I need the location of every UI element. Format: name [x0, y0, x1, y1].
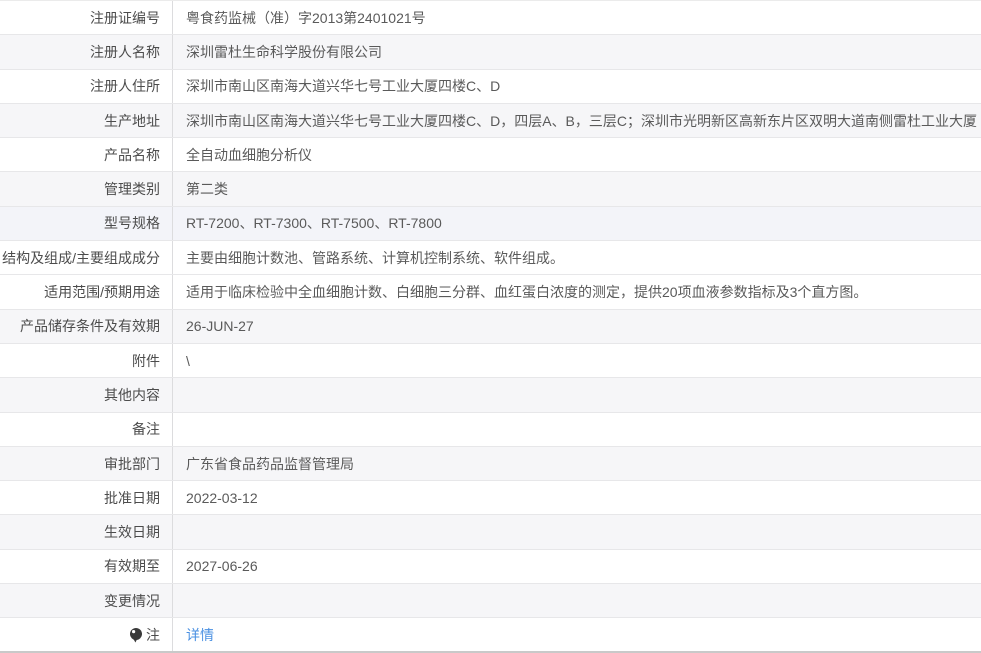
table-row: 管理类别 第二类 [0, 172, 981, 206]
row-value-text: 深圳雷杜生命科学股份有限公司 [186, 42, 382, 62]
row-value-text: 26-JUN-27 [186, 318, 254, 334]
row-label-text: 备注 [132, 419, 160, 439]
table-row: 审批部门 广东省食品药品监督管理局 [0, 447, 981, 481]
row-label: 注册证编号 [0, 1, 173, 34]
row-label-text: 附件 [132, 351, 160, 371]
table-row: 注 详情 [0, 618, 981, 652]
row-value: 主要由细胞计数池、管路系统、计算机控制系统、软件组成。 [173, 241, 981, 274]
row-label: 适用范围/预期用途 [0, 275, 173, 308]
row-label-text: 注册人名称 [90, 42, 160, 62]
row-value: 深圳雷杜生命科学股份有限公司 [173, 35, 981, 68]
row-label: 生产地址 [0, 104, 173, 137]
row-label-text: 注册证编号 [90, 8, 160, 28]
table-row: 有效期至 2027-06-26 [0, 550, 981, 584]
table-row: 变更情况 [0, 584, 981, 618]
table-row: 生效日期 [0, 515, 981, 549]
row-label: 注册人名称 [0, 35, 173, 68]
row-label-text: 生产地址 [104, 111, 160, 131]
row-value: 详情 [173, 618, 981, 651]
row-value [173, 413, 981, 446]
row-value-text: 主要由细胞计数池、管路系统、计算机控制系统、软件组成。 [186, 248, 564, 268]
row-value: 26-JUN-27 [173, 310, 981, 343]
row-value-text: 适用于临床检验中全血细胞计数、白细胞三分群、血红蛋白浓度的测定，提供20项血液参… [186, 282, 867, 302]
row-value: 2022-03-12 [173, 481, 981, 514]
row-value [173, 378, 981, 411]
row-label: 结构及组成/主要组成成分 [0, 241, 173, 274]
table-row: 注册人住所 深圳市南山区南海大道兴华七号工业大厦四楼C、D [0, 70, 981, 104]
table-row: 附件 \ [0, 344, 981, 378]
row-label: 注册人住所 [0, 70, 173, 103]
row-label-text: 变更情况 [104, 591, 160, 611]
row-value-text: 第二类 [186, 179, 228, 199]
row-label-text: 管理类别 [104, 179, 160, 199]
row-label: 有效期至 [0, 550, 173, 583]
row-label: 批准日期 [0, 481, 173, 514]
row-value: 粤食药监械（准）字2013第2401021号 [173, 1, 981, 34]
table-row: 产品储存条件及有效期 26-JUN-27 [0, 310, 981, 344]
row-label: 型号规格 [0, 207, 173, 240]
row-value-text: 深圳市南山区南海大道兴华七号工业大厦四楼C、D，四层A、B，三层C；深圳市光明新… [186, 111, 977, 131]
row-label-text: 注册人住所 [90, 76, 160, 96]
row-value: 适用于临床检验中全血细胞计数、白细胞三分群、血红蛋白浓度的测定，提供20项血液参… [173, 275, 981, 308]
table-row: 备注 [0, 413, 981, 447]
row-value-text: 粤食药监械（准）字2013第2401021号 [186, 8, 426, 28]
table-row: 批准日期 2022-03-12 [0, 481, 981, 515]
table-row: 其他内容 [0, 378, 981, 412]
row-value: 第二类 [173, 172, 981, 205]
row-label-text: 适用范围/预期用途 [44, 282, 160, 302]
table-row: 结构及组成/主要组成成分 主要由细胞计数池、管路系统、计算机控制系统、软件组成。 [0, 241, 981, 275]
table-row: 型号规格 RT-7200、RT-7300、RT-7500、RT-7800 [0, 207, 981, 241]
row-value-text: 广东省食品药品监督管理局 [186, 454, 354, 474]
row-value-text: 2027-06-26 [186, 558, 258, 574]
row-label: 附件 [0, 344, 173, 377]
note-icon [129, 627, 143, 643]
row-label-text: 审批部门 [104, 454, 160, 474]
row-value: \ [173, 344, 981, 377]
detail-link[interactable]: 详情 [186, 625, 214, 645]
row-label-text: 产品储存条件及有效期 [20, 316, 160, 336]
table-row: 适用范围/预期用途 适用于临床检验中全血细胞计数、白细胞三分群、血红蛋白浓度的测… [0, 275, 981, 309]
row-label-text: 结构及组成/主要组成成分 [2, 248, 160, 268]
row-value: 深圳市南山区南海大道兴华七号工业大厦四楼C、D [173, 70, 981, 103]
registration-info-table: 注册证编号 粤食药监械（准）字2013第2401021号 注册人名称 深圳雷杜生… [0, 0, 981, 653]
row-label-text: 注 [146, 625, 160, 645]
row-value-text: 全自动血细胞分析仪 [186, 145, 312, 165]
row-label-text: 产品名称 [104, 145, 160, 165]
table-row: 产品名称 全自动血细胞分析仪 [0, 138, 981, 172]
row-label-text: 有效期至 [104, 556, 160, 576]
row-label: 变更情况 [0, 584, 173, 617]
row-value-text: RT-7200、RT-7300、RT-7500、RT-7800 [186, 213, 442, 233]
table-row: 注册人名称 深圳雷杜生命科学股份有限公司 [0, 35, 981, 69]
row-value [173, 515, 981, 548]
row-label-text: 生效日期 [104, 522, 160, 542]
row-label: 生效日期 [0, 515, 173, 548]
table-row: 生产地址 深圳市南山区南海大道兴华七号工业大厦四楼C、D，四层A、B，三层C；深… [0, 104, 981, 138]
row-value: 广东省食品药品监督管理局 [173, 447, 981, 480]
row-value-text: 2022-03-12 [186, 490, 258, 506]
row-label-text: 型号规格 [104, 213, 160, 233]
row-label-text: 其他内容 [104, 385, 160, 405]
row-value: 全自动血细胞分析仪 [173, 138, 981, 171]
table-row: 注册证编号 粤食药监械（准）字2013第2401021号 [0, 1, 981, 35]
row-value [173, 584, 981, 617]
row-label: 备注 [0, 413, 173, 446]
row-value: 深圳市南山区南海大道兴华七号工业大厦四楼C、D，四层A、B，三层C；深圳市光明新… [173, 104, 981, 137]
row-value: RT-7200、RT-7300、RT-7500、RT-7800 [173, 207, 981, 240]
row-value-text: \ [186, 353, 190, 369]
row-value-text: 深圳市南山区南海大道兴华七号工业大厦四楼C、D [186, 76, 500, 96]
row-label: 产品储存条件及有效期 [0, 310, 173, 343]
row-label: 注 [0, 618, 173, 651]
row-label-text: 批准日期 [104, 488, 160, 508]
row-value: 2027-06-26 [173, 550, 981, 583]
row-label: 管理类别 [0, 172, 173, 205]
row-label: 其他内容 [0, 378, 173, 411]
row-label: 产品名称 [0, 138, 173, 171]
row-label: 审批部门 [0, 447, 173, 480]
